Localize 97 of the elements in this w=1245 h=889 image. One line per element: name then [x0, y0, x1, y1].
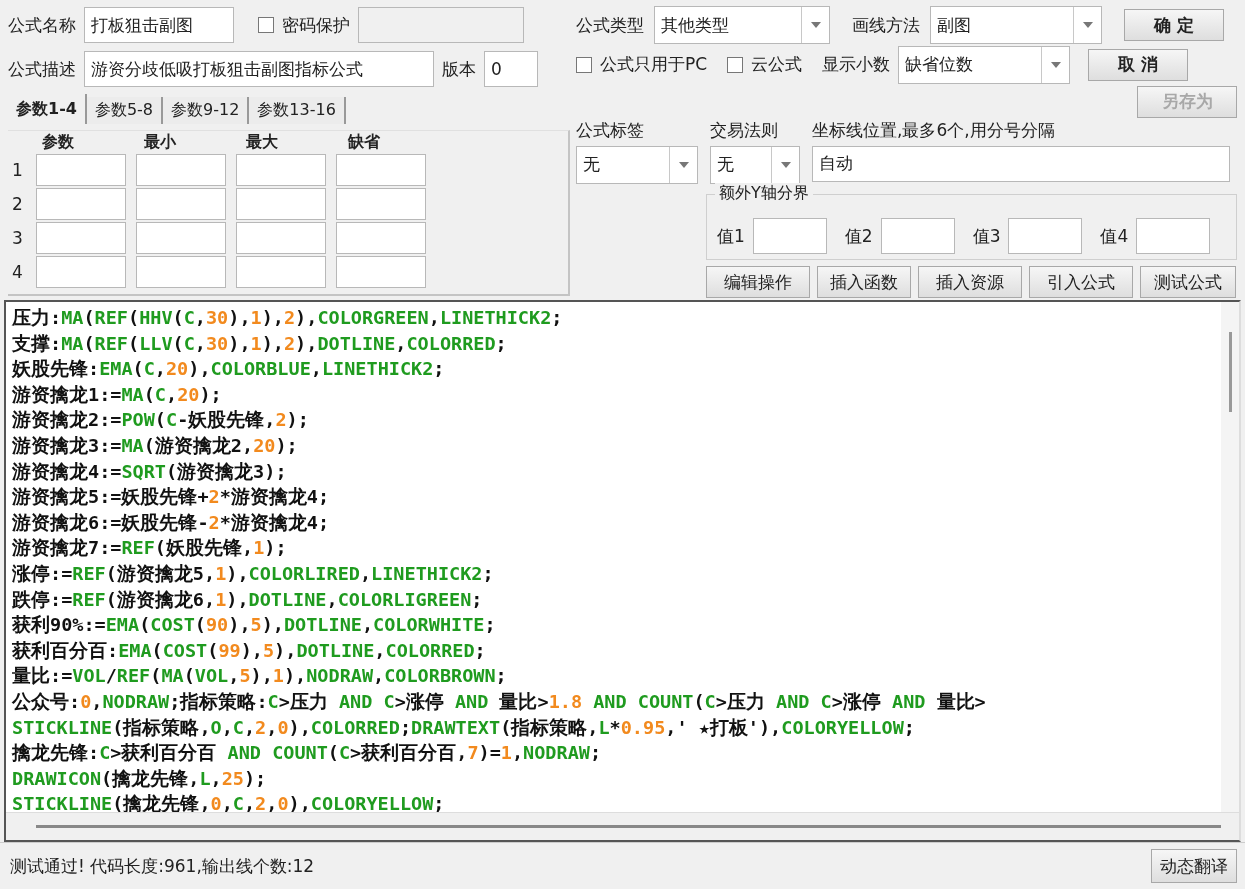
field-label: 值1	[717, 224, 745, 248]
field-label: 公式名称	[8, 13, 76, 37]
toolbar-button[interactable]: 编辑操作	[706, 266, 810, 299]
field-label: 值3	[972, 224, 1001, 248]
toolbar-button[interactable]: 插入资源	[918, 266, 1022, 299]
field-label: 画线方法	[852, 13, 920, 37]
checkbox[interactable]	[727, 56, 744, 73]
code-line: STICKLINE(指标策略,O,C,2,0),COLORRED;DRAWTEXT(指标策略,L*0.95,' ★打板'),COLORYELLOW;	[12, 715, 916, 740]
param-field[interactable]	[136, 154, 226, 186]
caret-icon	[1050, 61, 1061, 68]
field-label: 显示小数	[822, 53, 891, 77]
caret-icon	[780, 161, 791, 168]
checkbox[interactable]	[258, 17, 274, 33]
param-field[interactable]	[136, 222, 226, 254]
value-field[interactable]	[1136, 218, 1211, 255]
description-field[interactable]: 游资分歧低吸打板狙击副图指标公式	[84, 51, 434, 87]
row-number: 3	[12, 228, 24, 248]
dropdown[interactable]: 其他类型	[654, 6, 830, 44]
horizontal-scrollbar[interactable]	[6, 812, 1239, 840]
code-line: 游资擒龙4:=SQRT(游资擒龙3);	[12, 459, 288, 484]
password-field[interactable]	[358, 7, 524, 43]
column-header: 参数	[41, 131, 75, 153]
param-field[interactable]	[236, 154, 326, 186]
code-line: 支撑:MA(REF(LLV(C,30),1),2),DOTLINE,COLORRED;	[12, 331, 508, 356]
code-line: 压力:MA(REF(HHV(C,30),1),2),COLORGREEN,LINETHICK2;	[12, 306, 564, 330]
field-label: 值4	[1100, 224, 1129, 248]
field-label: 公式标签	[576, 118, 645, 142]
axis-lines-field[interactable]: 自动	[812, 145, 1230, 182]
value-field[interactable]	[752, 218, 827, 255]
param-field[interactable]	[236, 256, 326, 288]
caret-icon	[1082, 22, 1093, 28]
dropdown[interactable]: 缺省位数	[898, 45, 1071, 84]
field-label: 公式只用于PC	[600, 53, 708, 77]
code-line: 量比:=VOL/REF(MA(VOL,5),1),NODRAW,COLORBROWN;	[12, 664, 508, 689]
group-title: 额外Y轴分界	[715, 182, 813, 204]
code-line: 获利百分百:EMA(COST(99),5),DOTLINE,COLORRED;	[12, 638, 487, 663]
status-message: 测试通过! 代码长度:961,输出线个数:12	[10, 854, 315, 878]
toolbar-button[interactable]: 插入函数	[817, 266, 911, 299]
param-tab[interactable]: 参数5-8	[86, 97, 164, 124]
param-field[interactable]	[336, 154, 426, 186]
param-field[interactable]	[136, 256, 226, 288]
toolbar-button[interactable]: 引入公式	[1029, 266, 1133, 299]
field-label: 公式描述	[8, 57, 76, 81]
code-line: 擒龙先锋:C>获利百分百 AND COUNT(C>获利百分百,7)=1,NODRAW;	[12, 741, 603, 766]
field-label: 值2	[844, 224, 873, 248]
code-line: 公众号:0,NODRAW;指标策略:C>压力 AND C>涨停 AND 量比>1.8 AND COUNT(C>压力 AND C>涨停 AND 量比>	[12, 689, 987, 714]
param-tab[interactable]: 参数13-16	[249, 97, 346, 124]
code-line: 获利90%:=EMA(COST(90),5),DOTLINE,COLORWHITE;	[12, 613, 497, 638]
param-field[interactable]	[36, 154, 126, 186]
param-field[interactable]	[36, 188, 126, 220]
column-header: 缺省	[347, 131, 381, 153]
toolbar-button[interactable]: 测试公式	[1140, 266, 1236, 299]
param-field[interactable]	[136, 188, 226, 220]
param-field[interactable]	[236, 222, 326, 254]
column-header: 最小	[143, 131, 177, 153]
param-field[interactable]	[336, 222, 426, 254]
code-line: DRAWICON(擒龙先锋,L,25);	[12, 766, 268, 791]
name-field[interactable]: 打板狙击副图	[84, 7, 234, 43]
code-line: 跌停:=REF(游资擒龙6,1),DOTLINE,COLORLIGREEN;	[12, 587, 484, 612]
field-label: 公式类型	[576, 13, 644, 37]
row-number: 4	[12, 262, 24, 282]
param-field[interactable]	[236, 188, 326, 220]
caret-icon	[678, 161, 689, 168]
code-editor[interactable]	[4, 300, 1241, 842]
caret-icon	[810, 22, 821, 28]
cancel-button[interactable]: 取 消	[1088, 48, 1189, 81]
code-line: 游资擒龙2:=POW(C-妖股先锋,2);	[12, 408, 310, 433]
code-line: 游资擒龙5:=妖股先锋+2*游资擒龙4;	[12, 485, 331, 510]
translate-button[interactable]: 动态翻译	[1151, 849, 1237, 883]
column-header: 最大	[245, 131, 279, 153]
dropdown[interactable]: 副图	[930, 6, 1102, 44]
field-label: 版本	[442, 57, 476, 81]
checkbox[interactable]	[576, 56, 592, 73]
code-line: 游资擒龙7:=REF(妖股先锋,1);	[12, 536, 288, 561]
param-tab[interactable]: 参数9-12	[163, 97, 250, 124]
ok-button[interactable]: 确 定	[1124, 9, 1224, 41]
dropdown[interactable]: 无	[710, 145, 800, 184]
field-label: 云公式	[751, 53, 803, 77]
param-field[interactable]	[336, 188, 426, 220]
field-label: 密码保护	[282, 13, 350, 37]
code-line: 游资擒龙6:=妖股先锋-2*游资擒龙4;	[12, 510, 331, 535]
value-field[interactable]	[1008, 218, 1083, 255]
param-field[interactable]	[36, 256, 126, 288]
field-label: 交易法则	[710, 118, 779, 142]
dropdown[interactable]: 无	[576, 145, 698, 184]
param-field[interactable]	[36, 222, 126, 254]
code-line: 游资擒龙1:=MA(C,20);	[12, 382, 223, 407]
code-line: 妖股先锋:EMA(C,20),COLORBLUE,LINETHICK2;	[12, 357, 446, 382]
code-line: 游资擒龙3:=MA(游资擒龙2,20);	[12, 433, 299, 458]
field-label: 坐标线位置,最多6个,用分号分隔	[812, 118, 1056, 142]
param-field[interactable]	[336, 256, 426, 288]
vertical-scrollbar[interactable]	[1221, 302, 1239, 812]
row-number: 1	[12, 160, 24, 180]
code-line: 涨停:=REF(游资擒龙5,1),COLORLIRED,LINETHICK2;	[12, 561, 495, 586]
value-field[interactable]	[880, 218, 955, 255]
row-number: 2	[12, 194, 24, 214]
version-field[interactable]: 0	[484, 51, 538, 87]
